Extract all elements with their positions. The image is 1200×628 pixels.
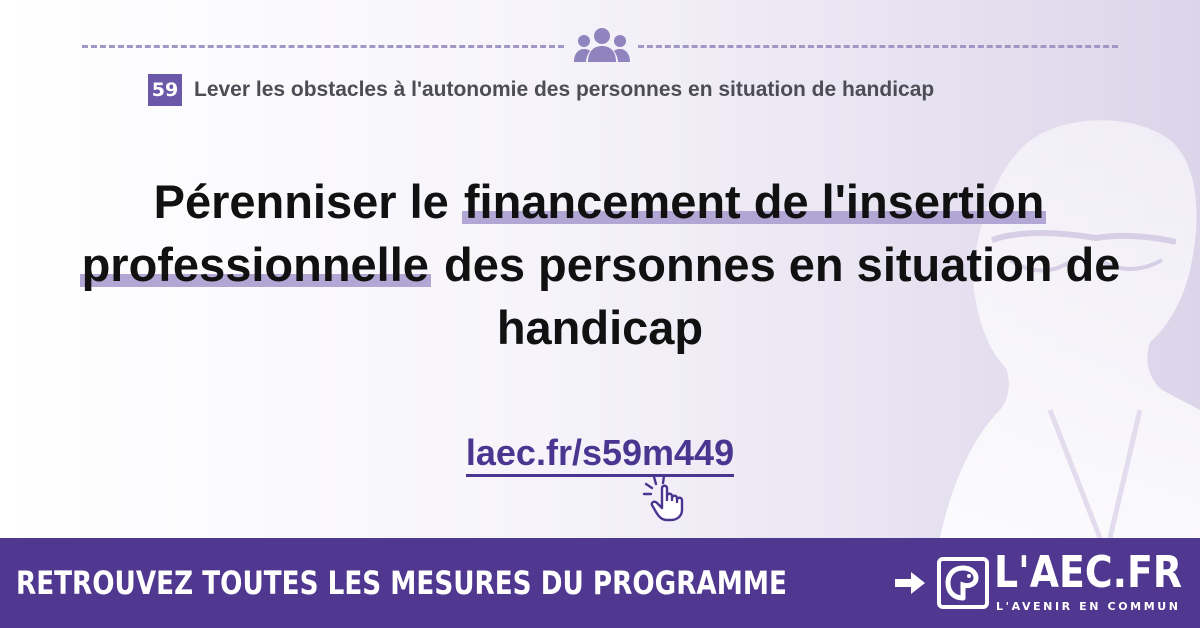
headline-part-1: Pérenniser le — [153, 175, 462, 228]
footer-banner[interactable]: RETROUVEZ TOUTES LES MESURES DU PROGRAMM… — [0, 538, 1200, 628]
people-group-icon — [574, 28, 630, 62]
pointer-hand-icon — [642, 474, 684, 522]
short-link[interactable]: laec.fr/s59m449 — [465, 432, 735, 477]
short-link-container: laec.fr/s59m449 — [400, 432, 800, 477]
brand-tagline: L'AVENIR EN COMMUN — [996, 600, 1181, 613]
laec-logo-icon — [937, 557, 989, 609]
measure-title: Lever les obstacles à l'autonomie des pe… — [194, 78, 935, 101]
headline-highlight-1: financement de l'insertion — [461, 175, 1047, 228]
measure-header: 59 Lever les obstacles à l'autonomie des… — [148, 74, 934, 106]
headline: Pérenniser le financement de l'insertion… — [40, 170, 1160, 359]
dashed-line-right — [638, 45, 1118, 48]
arrow-right-icon — [895, 572, 925, 594]
headline-part-2: des personnes en situation de handicap — [430, 238, 1121, 354]
footer-cta-text[interactable]: RETROUVEZ TOUTES LES MESURES DU PROGRAMM… — [16, 562, 787, 604]
dashed-line-left — [82, 45, 564, 48]
measure-number-badge: 59 — [148, 74, 182, 106]
headline-highlight-2: professionnelle — [79, 238, 431, 291]
header-divider — [82, 26, 1118, 66]
brand-name: L'AEC.FR — [994, 547, 1182, 598]
